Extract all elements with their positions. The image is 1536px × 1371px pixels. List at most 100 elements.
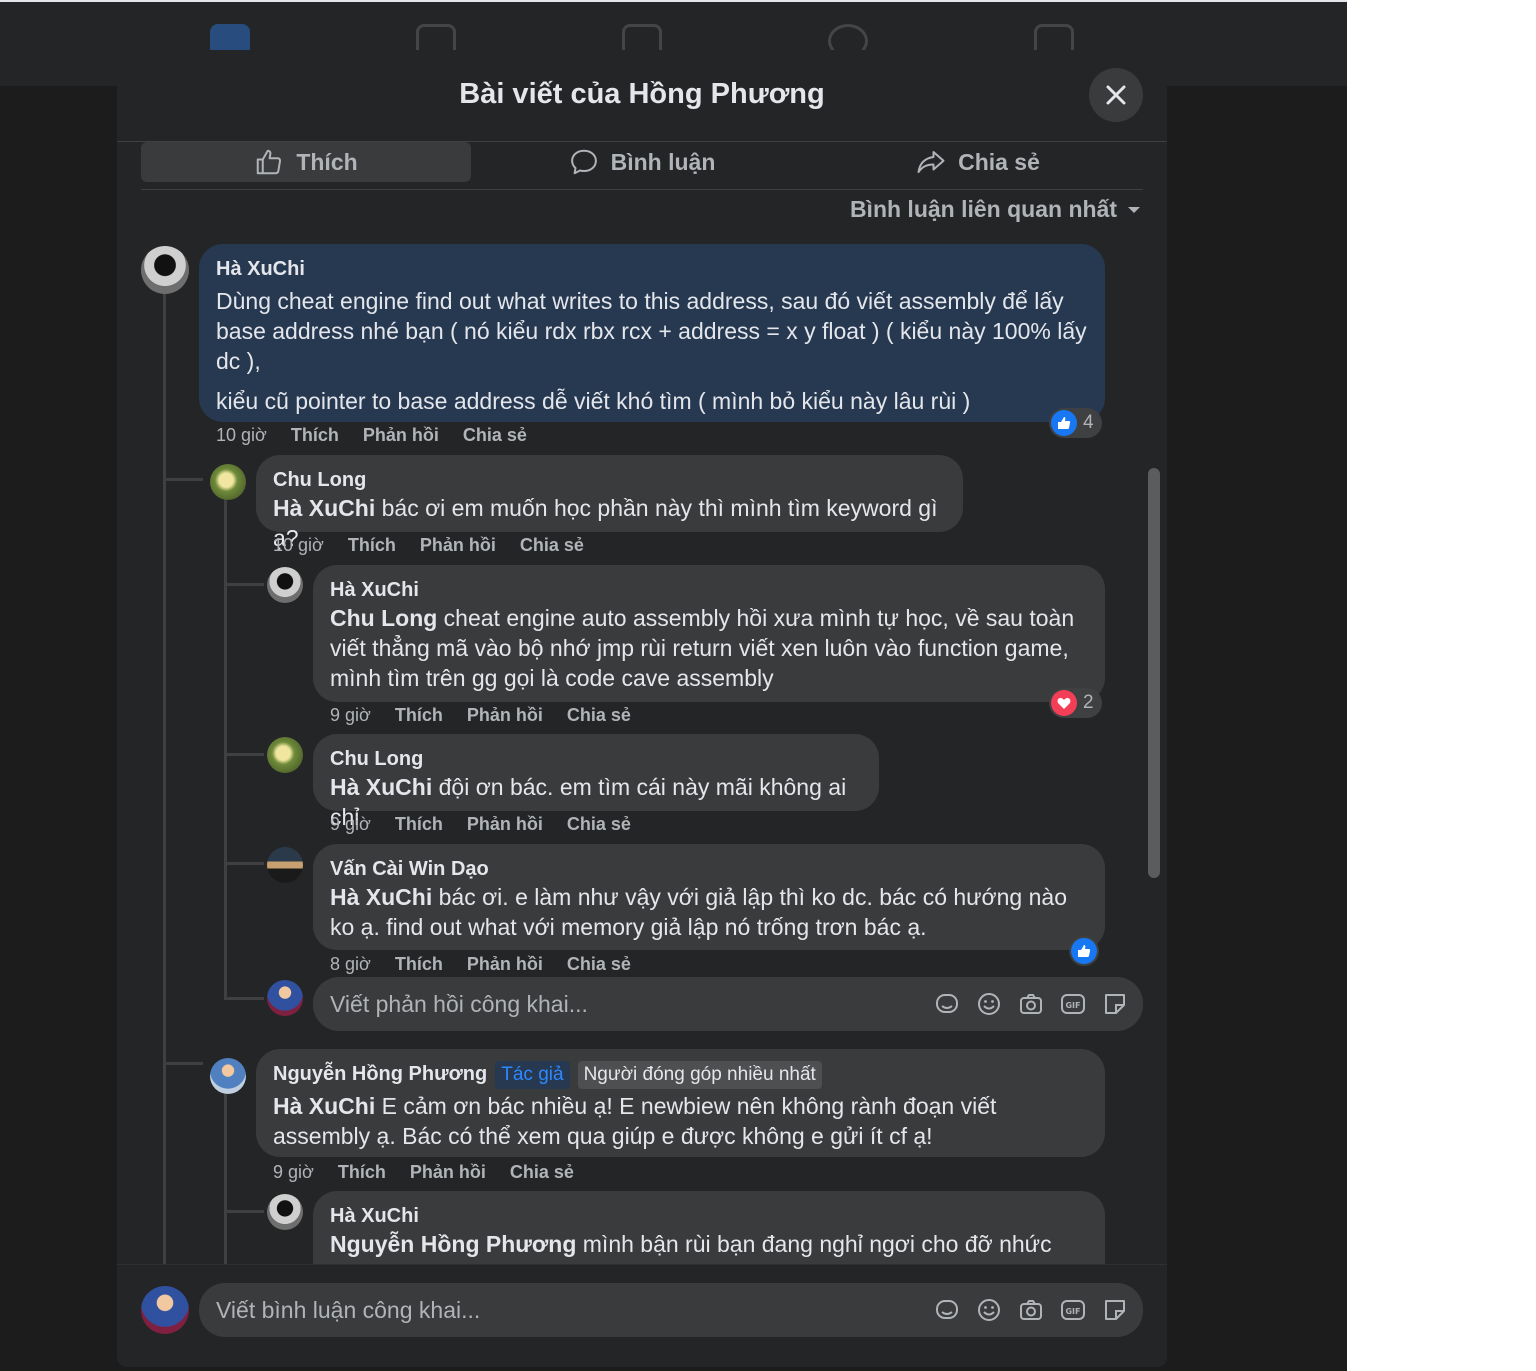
- avatar[interactable]: [267, 567, 303, 603]
- gif-icon[interactable]: GIF: [1059, 990, 1087, 1018]
- comment-author[interactable]: Chu Long: [330, 746, 862, 772]
- comment-time[interactable]: 9 giờ: [330, 814, 371, 835]
- comment-meta: 9 giờ Thích Phản hồi Chia sẻ: [330, 814, 631, 835]
- mention-link[interactable]: Hà XuChi: [330, 774, 432, 800]
- reaction-summary[interactable]: 2: [1049, 688, 1102, 718]
- reaction-count: 4: [1083, 412, 1094, 433]
- like-button[interactable]: Thích: [141, 142, 471, 182]
- reaction-summary[interactable]: 4: [1049, 408, 1102, 438]
- comment-like-link[interactable]: Thích: [291, 425, 339, 446]
- avatar[interactable]: [141, 246, 189, 294]
- top-contributor-badge: Người đóng góp nhiều nhất: [577, 1061, 822, 1089]
- avatar[interactable]: [267, 847, 303, 883]
- comment-text: Chu Long cheat engine auto assembly hồi …: [330, 603, 1088, 693]
- comments-list[interactable]: Hà XuChi Dùng cheat engine find out what…: [117, 240, 1167, 1264]
- gif-icon[interactable]: GIF: [1059, 1296, 1087, 1324]
- comment-share-link[interactable]: Chia sẻ: [510, 1162, 574, 1183]
- avatar-sticker-icon[interactable]: [933, 1296, 961, 1324]
- sticker-icon[interactable]: [1101, 990, 1129, 1018]
- thread-line: [163, 478, 203, 481]
- comment-bubble: Chu Long Hà XuChi đội ơn bác. em tìm cái…: [313, 734, 879, 830]
- comment-share-link[interactable]: Chia sẻ: [567, 954, 631, 975]
- comment-author-row: Nguyễn Hồng Phương Tác giả Người đóng góp …: [273, 1061, 1088, 1089]
- caret-down-icon: [1128, 206, 1140, 213]
- reply-placeholder: Viết phản hồi công khai...: [330, 990, 588, 1017]
- comment-like-link[interactable]: Thích: [395, 954, 443, 975]
- like-reaction-icon: [1071, 938, 1097, 964]
- camera-icon[interactable]: [1017, 1296, 1045, 1324]
- thread-line: [224, 997, 264, 1000]
- comment-author[interactable]: Nguyễn Hồng Phương: [273, 1063, 487, 1085]
- avatar[interactable]: [210, 1058, 246, 1094]
- reply-input-tools: GIF: [933, 977, 1129, 1031]
- svg-text:GIF: GIF: [1065, 1307, 1080, 1316]
- comment-time[interactable]: 9 giờ: [330, 705, 371, 726]
- scrollbar[interactable]: [1148, 468, 1160, 878]
- thread-line: [224, 1085, 227, 1264]
- comment-share-link[interactable]: Chia sẻ: [463, 425, 527, 446]
- speech-bubble-icon: [570, 149, 597, 175]
- avatar[interactable]: [210, 464, 246, 500]
- share-arrow-icon: [917, 151, 945, 173]
- comment-text: Nguyễn Hồng Phương mình bận rùi bạn đang…: [330, 1229, 1088, 1264]
- comment-input[interactable]: Viết bình luận công khai... GIF: [199, 1283, 1143, 1337]
- sticker-icon[interactable]: [1101, 1296, 1129, 1324]
- comment-like-link[interactable]: Thích: [395, 705, 443, 726]
- love-reaction-icon: [1051, 690, 1077, 716]
- comment-reply-link[interactable]: Phản hồi: [420, 535, 496, 556]
- avatar[interactable]: [267, 1194, 303, 1230]
- comment-share-link[interactable]: Chia sẻ: [567, 705, 631, 726]
- comment-bubble: Vấn Cài Win Dạo Hà XuChi bác ơi. e làm n…: [313, 844, 1105, 950]
- comment-author[interactable]: Hà XuChi: [216, 256, 1088, 282]
- comment-author[interactable]: Chu Long: [273, 467, 946, 493]
- comment-sort-dropdown[interactable]: Bình luận liên quan nhất: [850, 196, 1141, 223]
- like-reaction-icon: [1051, 410, 1077, 436]
- comment-like-link[interactable]: Thích: [395, 814, 443, 835]
- avatar-sticker-icon[interactable]: [933, 990, 961, 1018]
- comment-meta: 9 giờ Thích Phản hồi Chia sẻ: [273, 1162, 574, 1183]
- reply-input[interactable]: Viết phản hồi công khai... GIF: [313, 977, 1143, 1031]
- comment-author[interactable]: Vấn Cài Win Dạo: [330, 856, 1088, 882]
- mention-link[interactable]: Hà XuChi: [273, 1093, 375, 1119]
- comment-time[interactable]: 10 giờ: [273, 535, 324, 556]
- comment-bubble: Chu Long Hà XuChi bác ơi em muốn học phầ…: [256, 455, 963, 551]
- mention-link[interactable]: Chu Long: [330, 605, 437, 631]
- comment-time[interactable]: 9 giờ: [273, 1162, 314, 1183]
- avatar[interactable]: [267, 737, 303, 773]
- share-label: Chia sẻ: [958, 148, 1040, 175]
- current-user-avatar[interactable]: [267, 980, 303, 1016]
- svg-text:GIF: GIF: [1065, 1001, 1080, 1010]
- comment-reply-link[interactable]: Phản hồi: [467, 705, 543, 726]
- mention-link[interactable]: Hà XuChi: [273, 495, 375, 521]
- comment-time[interactable]: 10 giờ: [216, 425, 267, 446]
- comment-time[interactable]: 8 giờ: [330, 954, 371, 975]
- comment-reply-link[interactable]: Phản hồi: [467, 954, 543, 975]
- comment-body: cheat engine auto assembly hồi xưa mình …: [330, 605, 1075, 691]
- share-button[interactable]: Chia sẻ: [813, 142, 1143, 182]
- comment-input-tools: GIF: [933, 1283, 1129, 1337]
- comment-composer: Viết bình luận công khai... GIF: [117, 1264, 1167, 1367]
- camera-icon[interactable]: [1017, 990, 1045, 1018]
- emoji-icon[interactable]: [975, 990, 1003, 1018]
- comment-share-link[interactable]: Chia sẻ: [520, 535, 584, 556]
- author-badge: Tác giả: [495, 1061, 570, 1089]
- mention-link[interactable]: Nguyễn Hồng Phương: [330, 1231, 576, 1257]
- comment-text: Hà XuChi bác ơi. e làm như vậy với giả l…: [330, 882, 1088, 942]
- close-icon: [1106, 85, 1126, 105]
- thumbs-up-icon: [257, 149, 282, 175]
- comment-reply-link[interactable]: Phản hồi: [410, 1162, 486, 1183]
- current-user-avatar[interactable]: [141, 1286, 189, 1334]
- emoji-icon[interactable]: [975, 1296, 1003, 1324]
- comment-like-link[interactable]: Thích: [348, 535, 396, 556]
- reaction-summary[interactable]: [1069, 936, 1099, 966]
- close-button[interactable]: [1089, 68, 1143, 122]
- comment-like-link[interactable]: Thích: [338, 1162, 386, 1183]
- comment-button[interactable]: Bình luận: [475, 142, 809, 182]
- comment-reply-link[interactable]: Phản hồi: [363, 425, 439, 446]
- thread-line: [224, 753, 264, 756]
- comment-author[interactable]: Hà XuChi: [330, 1203, 1088, 1229]
- comment-reply-link[interactable]: Phản hồi: [467, 814, 543, 835]
- comment-share-link[interactable]: Chia sẻ: [567, 814, 631, 835]
- comment-author[interactable]: Hà XuChi: [330, 577, 1088, 603]
- mention-link[interactable]: Hà XuChi: [330, 884, 432, 910]
